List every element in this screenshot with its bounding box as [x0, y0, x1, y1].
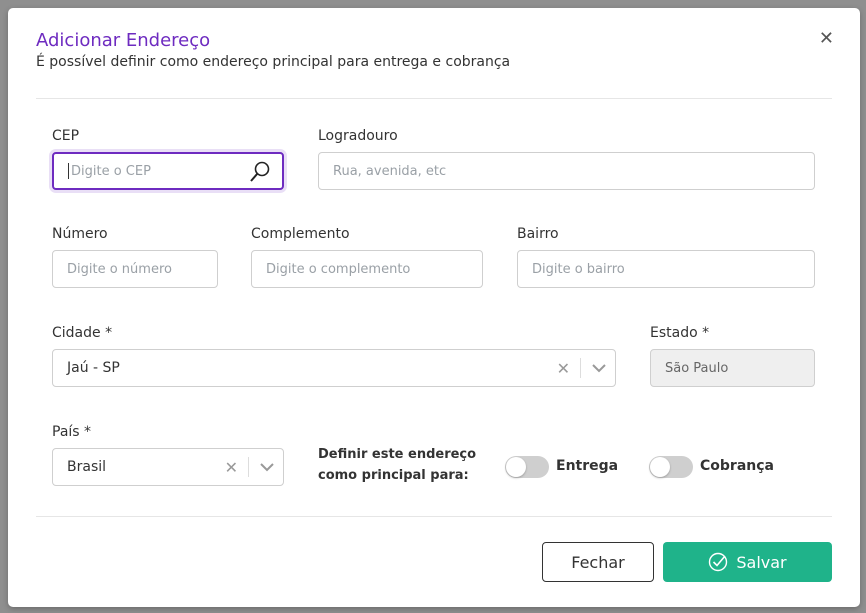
- estado-value: São Paulo: [665, 360, 729, 376]
- search-icon[interactable]: [248, 160, 272, 184]
- cidade-value: Jaú - SP: [67, 360, 120, 376]
- complemento-label: Complemento: [251, 226, 350, 242]
- logradouro-input[interactable]: Rua, avenida, etc: [318, 152, 815, 190]
- cidade-label: Cidade *: [52, 325, 113, 341]
- estado-label: Estado *: [650, 325, 710, 341]
- bairro-placeholder: Digite o bairro: [532, 261, 625, 277]
- pais-value: Brasil: [67, 459, 107, 475]
- numero-placeholder: Digite o número: [67, 261, 172, 277]
- bairro-input[interactable]: Digite o bairro: [517, 250, 815, 288]
- cep-placeholder: Digite o CEP: [71, 163, 151, 179]
- clear-icon[interactable]: ✕: [557, 359, 570, 378]
- toggle-entrega-label: Entrega: [556, 458, 619, 474]
- numero-label: Número: [52, 226, 108, 242]
- logradouro-placeholder: Rua, avenida, etc: [333, 163, 447, 179]
- close-icon[interactable]: ✕: [819, 28, 834, 49]
- complemento-placeholder: Digite o complemento: [266, 261, 411, 277]
- add-address-dialog: Adicionar Endereço É possível definir co…: [8, 8, 860, 607]
- numero-input[interactable]: Digite o número: [52, 250, 218, 288]
- bairro-label: Bairro: [517, 226, 559, 242]
- complemento-input[interactable]: Digite o complemento: [251, 250, 483, 288]
- pais-select[interactable]: Brasil ✕: [52, 448, 284, 486]
- check-circle-icon: [709, 552, 728, 572]
- select-separator: [248, 457, 249, 477]
- cep-label: CEP: [52, 128, 80, 144]
- footer-divider: [36, 516, 832, 517]
- select-separator: [580, 358, 581, 378]
- pais-label: País *: [52, 424, 92, 440]
- cep-input[interactable]: Digite o CEP: [52, 152, 284, 190]
- dialog-subtitle: É possível definir como endereço princip…: [36, 54, 511, 70]
- header-divider: [36, 98, 832, 99]
- clear-icon[interactable]: ✕: [225, 458, 238, 477]
- toggle-entrega[interactable]: [505, 456, 549, 478]
- principal-info-text: Definir este endereço como principal par…: [318, 447, 477, 483]
- chevron-down-icon[interactable]: [591, 363, 607, 373]
- cancel-button[interactable]: Fechar: [542, 542, 654, 582]
- cidade-select[interactable]: Jaú - SP ✕: [52, 349, 616, 387]
- chevron-down-icon[interactable]: [259, 462, 275, 472]
- toggle-knob: [650, 457, 670, 477]
- cancel-button-label: Fechar: [571, 552, 625, 572]
- toggle-cobranca-label: Cobrança: [700, 458, 774, 474]
- estado-input: São Paulo: [650, 349, 815, 387]
- toggle-cobranca[interactable]: [649, 456, 693, 478]
- save-button[interactable]: Salvar: [663, 542, 832, 582]
- toggle-knob: [506, 457, 526, 477]
- text-caret: [68, 163, 69, 179]
- logradouro-label: Logradouro: [318, 128, 398, 144]
- save-button-label: Salvar: [736, 552, 787, 572]
- dialog-title: Adicionar Endereço: [36, 30, 211, 51]
